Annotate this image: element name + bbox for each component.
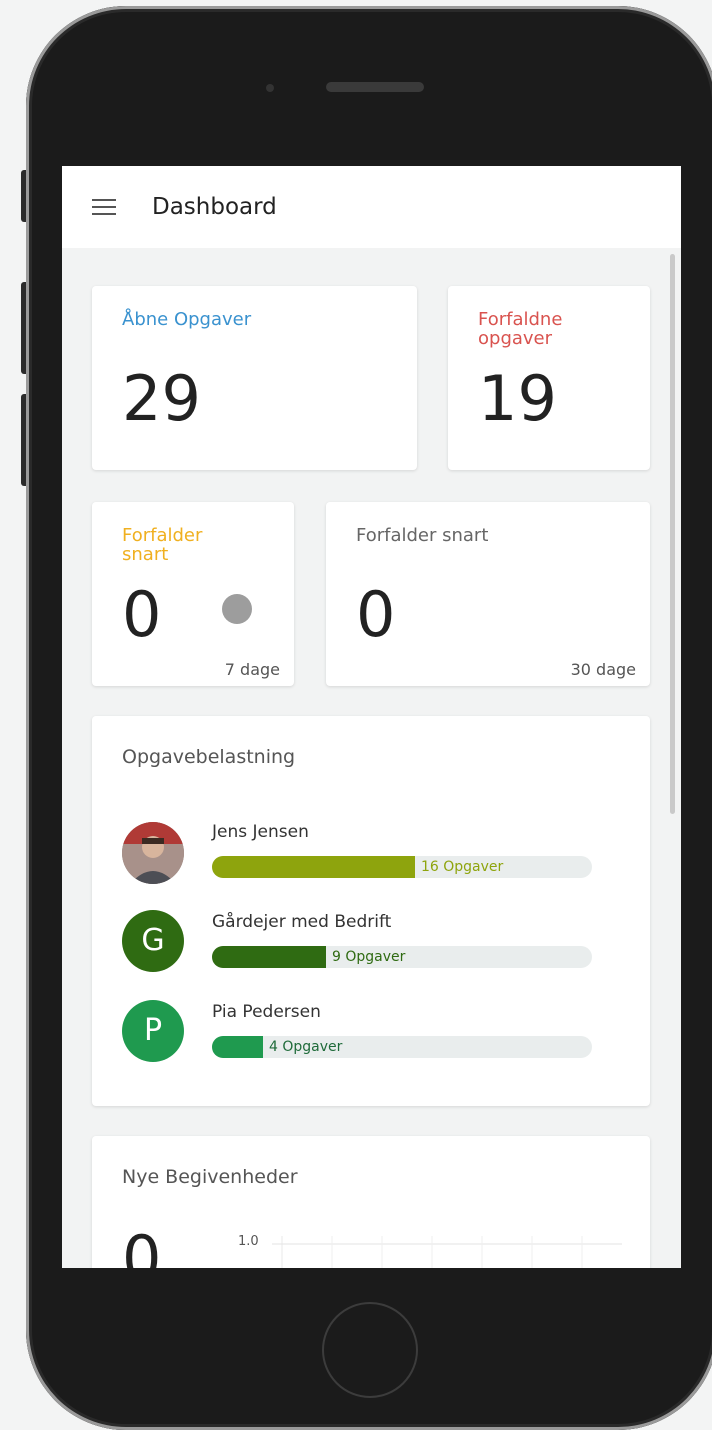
new-events-value: 0	[122, 1222, 162, 1269]
person-name: Jens Jensen	[212, 822, 309, 842]
hamburger-menu-icon[interactable]	[92, 199, 116, 215]
workload-bar: 16 Opgaver	[212, 856, 592, 878]
due-soon-7-card[interactable]: Forfalder snart 0 7 dage	[92, 502, 294, 686]
events-chart-grid	[272, 1236, 622, 1268]
person-name: Pia Pedersen	[212, 1002, 321, 1022]
workload-card: Opgavebelastning Jens Jensen 16 Opgaver …	[92, 716, 650, 1106]
overdue-tasks-card[interactable]: Forfaldne opgaver 19	[448, 286, 650, 470]
open-tasks-value: 29	[122, 362, 201, 435]
overdue-tasks-value: 19	[478, 362, 557, 435]
due-soon-30-value: 0	[356, 578, 396, 651]
due-soon-7-period: 7 dage	[224, 660, 280, 679]
app-screen: Dashboard Åbne Opgaver 29 Forfaldne opga…	[62, 166, 681, 1268]
workload-bar-label: 9 Opgaver	[332, 949, 406, 965]
speaker-grille	[326, 82, 424, 92]
new-events-title: Nye Begivenheder	[122, 1166, 298, 1188]
home-button[interactable]	[322, 1302, 418, 1398]
front-camera	[266, 84, 274, 92]
new-events-card: Nye Begivenheder 0 1.0	[92, 1136, 650, 1268]
open-tasks-card[interactable]: Åbne Opgaver 29	[92, 286, 417, 470]
avatar-letter: P	[122, 1000, 184, 1062]
page-title: Dashboard	[152, 194, 277, 220]
avatar-photo-icon	[122, 822, 184, 884]
status-dot-icon	[222, 594, 252, 624]
workload-bar: 4 Opgaver	[212, 1036, 592, 1058]
app-bar: Dashboard	[62, 166, 681, 248]
due-soon-7-label: Forfalder snart	[122, 525, 203, 565]
workload-bar-fill	[212, 1036, 263, 1058]
avatar-letter: G	[122, 910, 184, 972]
workload-title: Opgavebelastning	[122, 746, 296, 768]
workload-bar-label: 16 Opgaver	[421, 859, 504, 875]
open-tasks-label: Åbne Opgaver	[122, 309, 252, 330]
due-soon-30-period: 30 dage	[570, 660, 636, 679]
overdue-tasks-label: Forfaldne opgaver	[478, 309, 563, 349]
workload-bar: 9 Opgaver	[212, 946, 592, 968]
due-soon-7-value: 0	[122, 578, 162, 651]
axis-tick-label: 1.0	[238, 1234, 259, 1249]
person-name: Gårdejer med Bedrift	[212, 912, 392, 932]
workload-bar-fill	[212, 946, 326, 968]
workload-bar-label: 4 Opgaver	[269, 1039, 343, 1055]
workload-bar-fill	[212, 856, 415, 878]
scrollbar[interactable]	[670, 254, 675, 814]
due-soon-30-label: Forfalder snart	[356, 525, 489, 546]
due-soon-30-card[interactable]: Forfalder snart 0 30 dage	[326, 502, 650, 686]
